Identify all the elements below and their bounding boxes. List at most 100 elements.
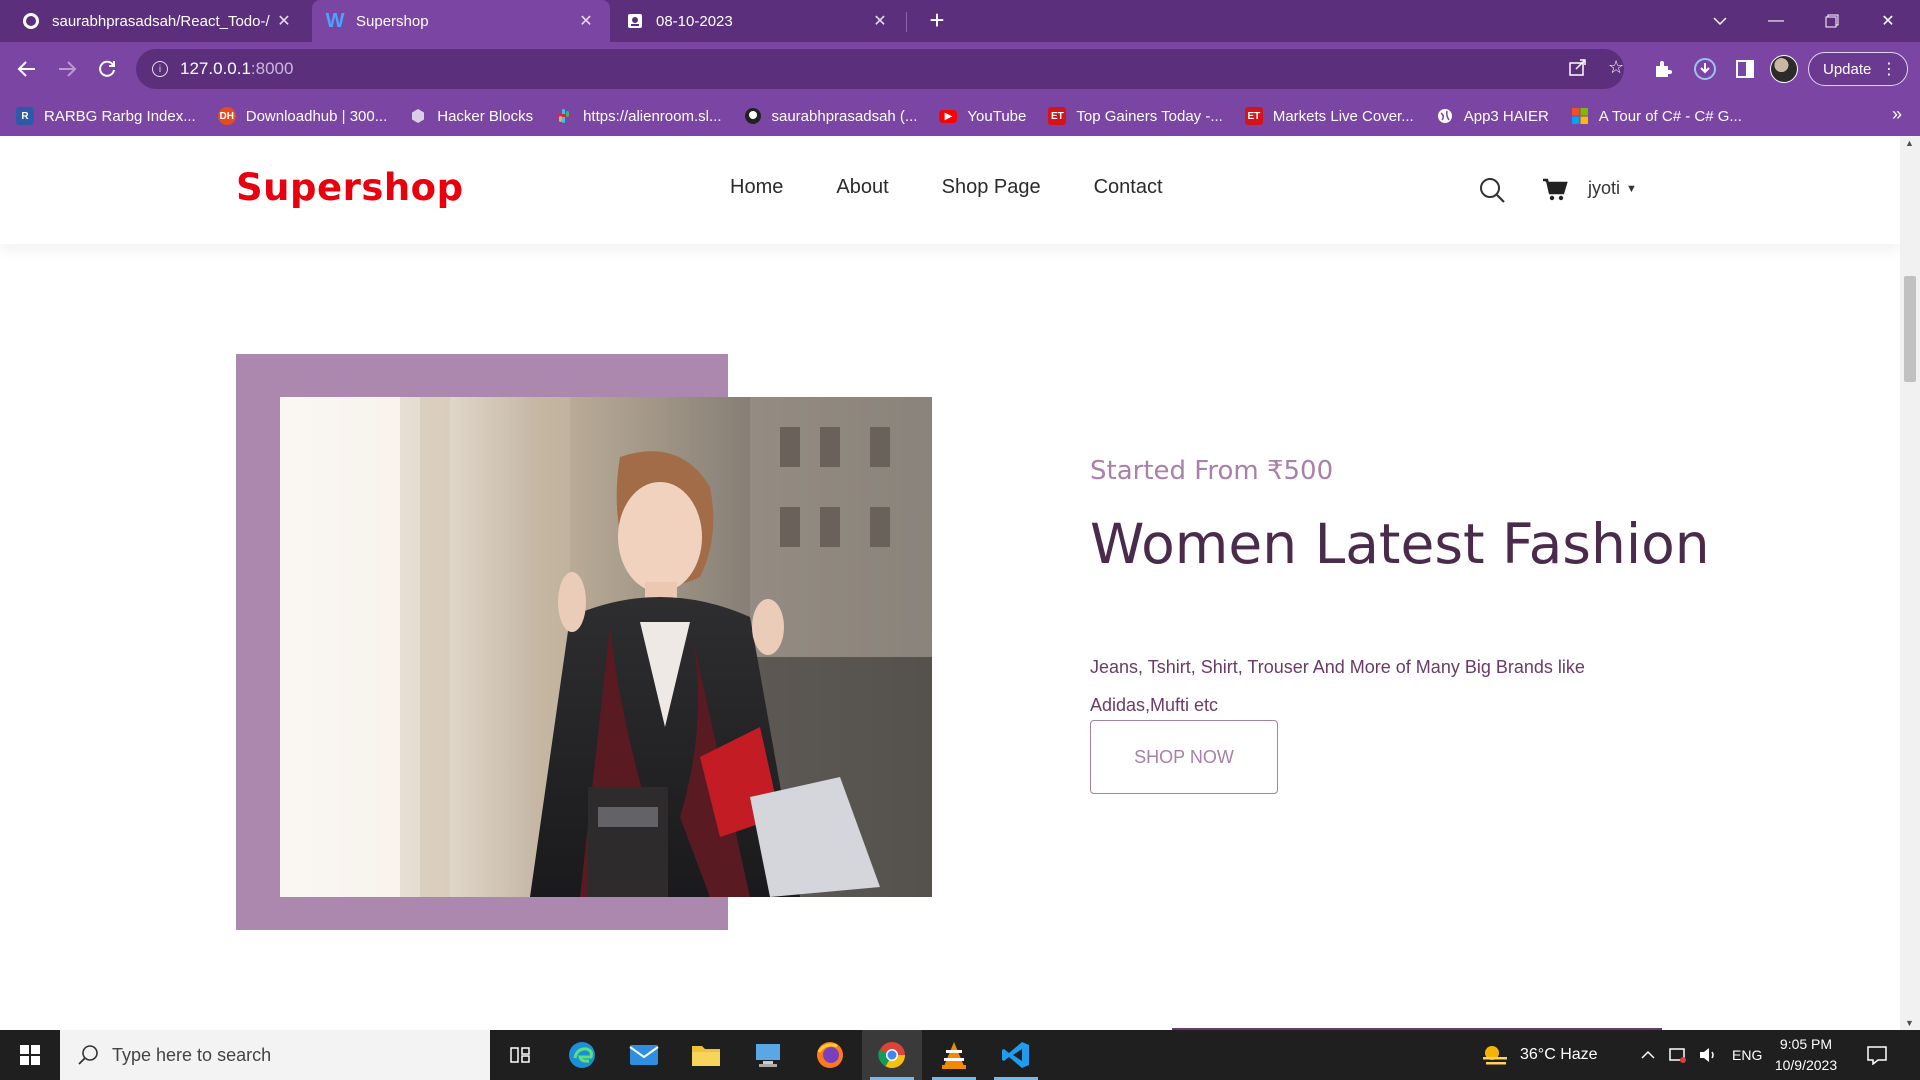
task-view-icon[interactable] bbox=[490, 1030, 550, 1080]
bookmark-app3-haier[interactable]: App3 HAIER bbox=[1436, 107, 1549, 125]
network-icon[interactable] bbox=[1668, 1030, 1688, 1080]
github-icon bbox=[744, 107, 762, 125]
caret-down-icon: ▼ bbox=[1626, 183, 1637, 195]
nav-shop-page[interactable]: Shop Page bbox=[942, 176, 1041, 199]
slack-icon bbox=[555, 107, 573, 125]
notifications-icon[interactable] bbox=[1866, 1030, 1888, 1080]
user-name: jyoti bbox=[1588, 178, 1621, 198]
bookmark-label: App3 HAIER bbox=[1463, 107, 1549, 125]
new-tab-button[interactable]: + bbox=[922, 6, 952, 36]
bookmark-alienroom[interactable]: https://alienroom.sl... bbox=[555, 107, 722, 125]
main-nav: Home About Shop Page Contact bbox=[730, 176, 1216, 199]
vlc-icon[interactable] bbox=[924, 1030, 984, 1080]
more-vert-icon: ⋮ bbox=[1881, 61, 1897, 78]
microsoft-icon bbox=[1571, 107, 1589, 125]
hero-subtitle: Started From ₹500 bbox=[1090, 456, 1334, 486]
star-icon[interactable]: ☆ bbox=[1608, 57, 1624, 78]
chevron-double-right-icon[interactable]: » bbox=[1892, 104, 1902, 125]
bookmark-label: A Tour of C# - C# G... bbox=[1598, 107, 1742, 125]
bookmark-top-gainers[interactable]: ET Top Gainers Today -... bbox=[1048, 107, 1223, 125]
nav-home[interactable]: Home bbox=[730, 176, 783, 199]
et-icon: ET bbox=[1048, 107, 1067, 125]
page-viewport: Supershop Home About Shop Page Contact j… bbox=[0, 136, 1900, 1030]
firefox-icon[interactable] bbox=[800, 1030, 860, 1080]
chevron-up-icon[interactable] bbox=[1640, 1030, 1656, 1080]
weather-widget[interactable]: 36°C Haze bbox=[1480, 1030, 1598, 1080]
youtube-icon: ▶ bbox=[939, 109, 958, 123]
start-button[interactable] bbox=[0, 1030, 60, 1080]
bookmark-markets-live[interactable]: ET Markets Live Cover... bbox=[1244, 107, 1414, 125]
update-label: Update bbox=[1823, 60, 1872, 78]
bookmark-hacker-blocks[interactable]: Hacker Blocks bbox=[409, 107, 533, 125]
bookmark-downloadhub[interactable]: DH Downloadhub | 300... bbox=[217, 107, 387, 125]
scrollbar-thumb[interactable] bbox=[1904, 276, 1916, 382]
edge-icon[interactable] bbox=[552, 1030, 612, 1080]
remote-desktop-icon[interactable] bbox=[738, 1030, 798, 1080]
download-icon[interactable] bbox=[1690, 54, 1720, 84]
document-icon bbox=[626, 12, 644, 30]
url-text: 127.0.0.1:8000 bbox=[180, 59, 294, 78]
close-icon[interactable]: ✕ bbox=[274, 11, 294, 31]
taskbar-search[interactable]: Type here to search bbox=[60, 1030, 490, 1080]
language-indicator[interactable]: ENG bbox=[1732, 1030, 1762, 1080]
bookmark-label: Hacker Blocks bbox=[437, 107, 534, 125]
info-icon[interactable]: i bbox=[152, 61, 168, 77]
tab-supershop[interactable]: W Supershop ✕ bbox=[312, 0, 610, 42]
update-button[interactable]: Update ⋮ bbox=[1808, 52, 1908, 86]
clock-time: 9:05 PM bbox=[1779, 1036, 1833, 1052]
clock-date: 10/9/2023 bbox=[1774, 1057, 1838, 1073]
hero-fashion-photo bbox=[280, 397, 932, 897]
shop-now-button[interactable]: SHOP NOW bbox=[1090, 720, 1278, 794]
haze-icon bbox=[1483, 1046, 1507, 1065]
bookmark-rarbg[interactable]: R RARBG Rarbg Index... bbox=[16, 107, 196, 125]
restore-button[interactable] bbox=[1804, 0, 1860, 42]
forward-button[interactable] bbox=[50, 52, 84, 86]
search-placeholder: Type here to search bbox=[112, 1044, 272, 1065]
github-icon bbox=[22, 12, 40, 30]
site-logo[interactable]: Supershop bbox=[236, 166, 464, 209]
side-panel-icon[interactable] bbox=[1730, 54, 1760, 84]
search-icon bbox=[78, 1045, 98, 1065]
vscode-icon[interactable] bbox=[986, 1030, 1046, 1080]
minimize-button[interactable]: — bbox=[1748, 0, 1804, 42]
bookmark-label: YouTube bbox=[967, 107, 1027, 125]
bookmark-github[interactable]: saurabhprasadsah (... bbox=[744, 107, 918, 125]
page-scrollbar[interactable]: ▲ ▼ bbox=[1900, 136, 1920, 1030]
tab-search-button[interactable] bbox=[1692, 0, 1748, 42]
scroll-up-icon[interactable]: ▲ bbox=[1905, 138, 1914, 148]
windows-taskbar: Type here to search 36°C Haze ENG 9:05 P… bbox=[0, 1030, 1920, 1080]
profile-avatar[interactable] bbox=[1770, 55, 1798, 83]
browser-tab-bar: saurabhprasadsah/React_Todo-/ ✕ W Supers… bbox=[0, 0, 1920, 42]
file-explorer-icon[interactable] bbox=[676, 1030, 736, 1080]
system-clock[interactable]: 9:05 PM 10/9/2023 bbox=[1766, 1034, 1846, 1076]
bookmark-youtube[interactable]: ▶ YouTube bbox=[939, 108, 1026, 125]
close-icon[interactable]: ✕ bbox=[576, 11, 596, 31]
back-button[interactable] bbox=[10, 52, 44, 86]
scroll-down-icon[interactable]: ▼ bbox=[1905, 1018, 1914, 1028]
share-icon[interactable] bbox=[1568, 57, 1588, 82]
window-close-button[interactable]: ✕ bbox=[1860, 0, 1916, 42]
windows-icon bbox=[20, 1045, 40, 1065]
nav-about[interactable]: About bbox=[836, 176, 888, 199]
bookmarks-bar: R RARBG Rarbg Index... DH Downloadhub | … bbox=[0, 96, 1920, 136]
mail-icon[interactable] bbox=[614, 1030, 674, 1080]
hero-title: Women Latest Fashion bbox=[1090, 512, 1710, 576]
search-icon[interactable] bbox=[1478, 176, 1506, 204]
address-bar[interactable]: i 127.0.0.1:8000 ☆ bbox=[136, 49, 1624, 89]
reload-button[interactable] bbox=[90, 52, 124, 86]
bookmark-csharp-tour[interactable]: A Tour of C# - C# G... bbox=[1571, 107, 1742, 125]
chrome-icon[interactable] bbox=[862, 1030, 922, 1080]
user-menu[interactable]: jyoti ▼ bbox=[1588, 178, 1637, 199]
nav-contact[interactable]: Contact bbox=[1094, 176, 1163, 199]
bookmark-label: Markets Live Cover... bbox=[1272, 107, 1414, 125]
arrow-left-icon bbox=[17, 61, 35, 77]
bookmark-label: saurabhprasadsah (... bbox=[771, 107, 918, 125]
extensions-icon[interactable] bbox=[1648, 54, 1678, 84]
tab-document[interactable]: 08-10-2023 ✕ bbox=[612, 0, 904, 42]
weather-text: 36°C Haze bbox=[1520, 1046, 1598, 1063]
cart-icon[interactable] bbox=[1542, 178, 1568, 202]
globe-icon bbox=[1436, 107, 1454, 125]
close-icon[interactable]: ✕ bbox=[870, 11, 890, 31]
volume-icon[interactable] bbox=[1698, 1030, 1718, 1080]
tab-github[interactable]: saurabhprasadsah/React_Todo-/ ✕ bbox=[8, 0, 308, 42]
